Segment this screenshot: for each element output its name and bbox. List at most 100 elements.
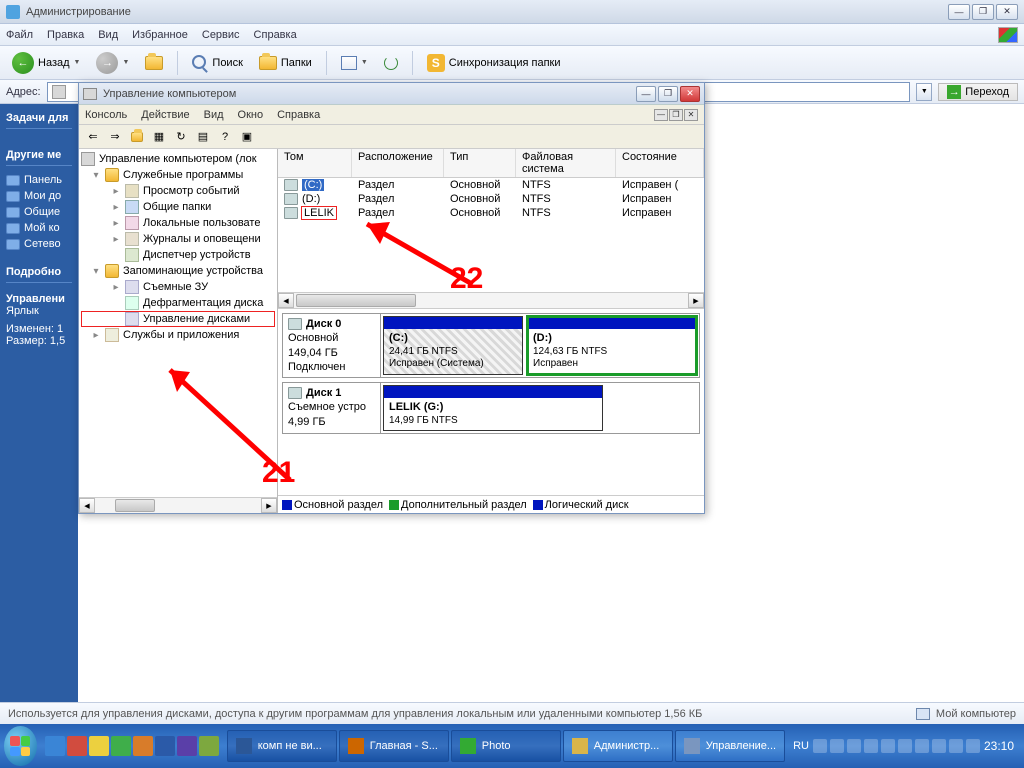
menu-view[interactable]: Вид	[204, 109, 224, 121]
sidebar-item[interactable]: Панель	[6, 172, 72, 188]
menu-action[interactable]: Действие	[141, 109, 189, 121]
tray-icon[interactable]	[881, 739, 895, 753]
help-icon[interactable]: ?	[215, 127, 235, 147]
minimize-button[interactable]: —	[948, 4, 970, 20]
disk-row[interactable]: Диск 0Основной149,04 ГБПодключен(C:)24,4…	[282, 313, 700, 378]
tray-icon[interactable]	[813, 739, 827, 753]
scroll-left-icon[interactable]: ◀	[79, 498, 95, 513]
volume-row[interactable]: (D:)РазделОсновнойNTFSИсправен	[278, 192, 704, 206]
clock[interactable]: 23:10	[984, 739, 1014, 753]
sidebar-item[interactable]: Мой ко	[6, 220, 72, 236]
sync-button[interactable]: S Синхронизация папки	[421, 51, 567, 75]
menu-help[interactable]: Справка	[277, 109, 320, 121]
disk-label[interactable]: Диск 1Съемное устро4,99 ГБ	[283, 383, 381, 433]
quicklaunch-item[interactable]	[199, 736, 219, 756]
tree-logs[interactable]: ▸Журналы и оповещени	[81, 231, 275, 247]
titlebar[interactable]: Администрирование — ❐ ✕	[0, 0, 1024, 24]
tree-root[interactable]: Управление компьютером (лок	[81, 151, 275, 167]
tree-defrag[interactable]: Дефрагментация диска	[81, 295, 275, 311]
computer-management-window[interactable]: Управление компьютером — ❐ ✕ Консоль Дей…	[78, 82, 705, 514]
volume-table[interactable]: Том Расположение Тип Файловая система Со…	[278, 149, 704, 309]
tray-icon[interactable]	[898, 739, 912, 753]
tree-removable[interactable]: ▸Съемные ЗУ	[81, 279, 275, 295]
disk-layout[interactable]: Диск 0Основной149,04 ГБПодключен(C:)24,4…	[278, 309, 704, 495]
taskbar-item[interactable]: Photo	[451, 730, 561, 762]
maximize-button[interactable]: ❐	[972, 4, 994, 20]
tray-icon[interactable]	[966, 739, 980, 753]
quicklaunch-item[interactable]	[177, 736, 197, 756]
quicklaunch-item[interactable]	[89, 736, 109, 756]
quicklaunch-item[interactable]	[67, 736, 87, 756]
tray-icon[interactable]	[932, 739, 946, 753]
sidebar-item[interactable]: Общие	[6, 204, 72, 220]
search-button[interactable]: Поиск	[186, 52, 248, 74]
tray-icon[interactable]	[949, 739, 963, 753]
taskbar-item[interactable]: Управление...	[675, 730, 785, 762]
sidebar-item[interactable]: Мои до	[6, 188, 72, 204]
tree-disk-management[interactable]: Управление дисками	[81, 311, 275, 327]
collapse-icon[interactable]: ▾	[91, 170, 101, 181]
scroll-right-icon[interactable]: ▶	[688, 293, 704, 308]
views-button[interactable]: ▼	[335, 53, 374, 73]
up-icon[interactable]	[127, 127, 147, 147]
tree-devmgr[interactable]: Диспетчер устройств	[81, 247, 275, 263]
mmc-maximize-button[interactable]: ❐	[658, 86, 678, 102]
tree-hscrollbar[interactable]: ◀ ▶	[79, 497, 277, 513]
menu-tools[interactable]: Сервис	[202, 29, 240, 41]
col-layout[interactable]: Расположение	[352, 149, 444, 177]
quicklaunch-item[interactable]	[133, 736, 153, 756]
scroll-left-icon[interactable]: ◀	[278, 293, 294, 308]
col-type[interactable]: Тип	[444, 149, 516, 177]
tree-shared[interactable]: ▸Общие папки	[81, 199, 275, 215]
refresh-icon[interactable]: ↻	[171, 127, 191, 147]
child-minimize[interactable]: —	[654, 109, 668, 121]
nav-back-icon[interactable]: ⇐	[83, 127, 103, 147]
export-icon[interactable]: ▤	[193, 127, 213, 147]
taskbar-item[interactable]: комп не ви...	[227, 730, 337, 762]
sidebar-item[interactable]: Сетево	[6, 236, 72, 252]
taskbar-item[interactable]: Администр...	[563, 730, 673, 762]
volume-hscrollbar[interactable]: ◀ ▶	[278, 292, 704, 308]
dropdown-icon[interactable]: ▼	[74, 59, 81, 66]
taskbar-item[interactable]: Главная - S...	[339, 730, 449, 762]
disk-label[interactable]: Диск 0Основной149,04 ГБПодключен	[283, 314, 381, 377]
up-button[interactable]	[139, 53, 169, 73]
dropdown-icon[interactable]: ▼	[122, 59, 129, 66]
tree-group-tools[interactable]: ▾ Служебные программы	[81, 167, 275, 183]
close-button[interactable]: ✕	[996, 4, 1018, 20]
volume-header[interactable]: Том Расположение Тип Файловая система Со…	[278, 149, 704, 178]
quicklaunch-item[interactable]	[45, 736, 65, 756]
volume-row[interactable]: (C:)РазделОсновнойNTFSИсправен (	[278, 178, 704, 192]
mmc-minimize-button[interactable]: —	[636, 86, 656, 102]
expand-icon[interactable]: ▸	[91, 330, 101, 341]
taskbar[interactable]: комп не ви...Главная - S...PhotoАдминист…	[0, 724, 1024, 768]
lang-indicator[interactable]: RU	[793, 740, 809, 752]
tray-icon[interactable]	[864, 739, 878, 753]
tray-icon[interactable]	[830, 739, 844, 753]
forward-button[interactable]: → ▼	[90, 49, 135, 77]
tree-group-services[interactable]: ▸ Службы и приложения	[81, 327, 275, 343]
quicklaunch-item[interactable]	[155, 736, 175, 756]
mmc-tree[interactable]: Управление компьютером (лок ▾ Служебные …	[79, 149, 278, 513]
volume-row[interactable]: LELIKРазделОсновнойNTFSИсправен	[278, 206, 704, 220]
start-button[interactable]	[4, 726, 37, 766]
explorer-menubar[interactable]: Файл Правка Вид Избранное Сервис Справка	[0, 24, 1024, 46]
extra-icon[interactable]: ▣	[237, 127, 257, 147]
menu-console[interactable]: Консоль	[85, 109, 127, 121]
props-icon[interactable]: ▦	[149, 127, 169, 147]
menu-edit[interactable]: Правка	[47, 29, 84, 41]
go-button[interactable]: → Переход	[938, 83, 1018, 101]
system-tray[interactable]: RU 23:10	[787, 739, 1020, 753]
tray-icon[interactable]	[915, 739, 929, 753]
partition[interactable]: LELIK (G:)14,99 ГБ NTFS	[383, 385, 603, 431]
menu-view[interactable]: Вид	[98, 29, 118, 41]
mmc-menubar[interactable]: Консоль Действие Вид Окно Справка — ❐ ✕	[79, 105, 704, 125]
tray-icons[interactable]	[813, 739, 980, 753]
tree-events[interactable]: ▸Просмотр событий	[81, 183, 275, 199]
scroll-right-icon[interactable]: ▶	[261, 498, 277, 513]
address-dropdown[interactable]: ▼	[916, 83, 932, 101]
back-button[interactable]: ← Назад ▼	[6, 49, 86, 77]
col-fs[interactable]: Файловая система	[516, 149, 616, 177]
scroll-thumb[interactable]	[296, 294, 416, 307]
menu-favorites[interactable]: Избранное	[132, 29, 188, 41]
